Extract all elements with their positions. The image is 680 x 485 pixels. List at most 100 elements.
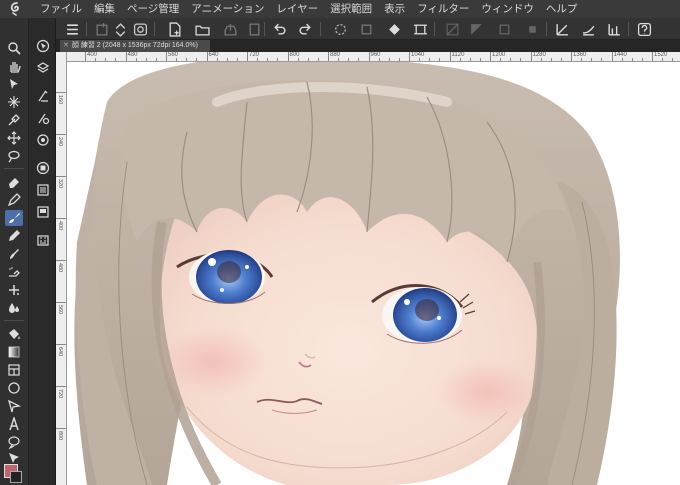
- color-slider-icon[interactable]: [35, 182, 51, 198]
- ruler-tick: [56, 218, 66, 219]
- new-canvas-icon[interactable]: [94, 21, 110, 37]
- snap-special-ruler-icon[interactable]: [580, 21, 596, 37]
- ruler-label: 640: [208, 52, 219, 58]
- brush-icon[interactable]: [5, 210, 23, 226]
- app-logo-icon[interactable]: [0, 0, 34, 18]
- ruler-tick: [176, 58, 178, 61]
- ruler-tick: [186, 58, 188, 61]
- ruler-tick: [56, 428, 66, 429]
- ruler-tick: [56, 92, 66, 93]
- balloon-icon[interactable]: [5, 434, 23, 450]
- figure-icon[interactable]: [5, 380, 23, 396]
- ruler-label: 560: [57, 305, 63, 315]
- ruler-tick: [216, 58, 218, 61]
- horizontal-ruler[interactable]: 400 480 560 640 720 800 880 960 1040 1120 1200 1280…: [67, 52, 680, 62]
- text-icon[interactable]: [5, 416, 23, 432]
- transform-icon[interactable]: [412, 21, 428, 37]
- brush-shape-icon[interactable]: [35, 132, 51, 148]
- ruler-tick: [459, 58, 461, 61]
- menu-window[interactable]: ウィンドウ: [475, 0, 540, 18]
- fill-icon[interactable]: [5, 326, 23, 342]
- menu-bar: ファイル 編集 ページ管理 アニメーション レイヤー 選択範囲 表示 フィルター…: [0, 0, 680, 18]
- shrink-selection-icon[interactable]: [524, 21, 540, 37]
- ruler-icon[interactable]: [5, 398, 23, 414]
- color-wheel-icon[interactable]: [35, 160, 51, 176]
- color-set-icon[interactable]: [35, 204, 51, 220]
- vertical-ruler[interactable]: 160 240 320 400 480 560 640 720 800: [56, 52, 67, 485]
- open-folder-icon[interactable]: [194, 21, 210, 37]
- menu-file[interactable]: ファイル: [34, 0, 88, 18]
- brush-size-icon[interactable]: [35, 110, 51, 126]
- select-object-icon[interactable]: [5, 76, 23, 92]
- ruler-label: 800: [57, 431, 63, 441]
- document-tab-bar: ✕ 顔 練習 2 (2048 x 1536px 72dpi 164.0%): [56, 40, 680, 52]
- stepper-icon[interactable]: [112, 21, 128, 37]
- close-icon[interactable]: ✕: [63, 40, 69, 52]
- ruler-label: 960: [370, 52, 381, 58]
- ruler-tick: [267, 58, 269, 61]
- auto-select-icon[interactable]: [5, 94, 23, 110]
- menu-page-management[interactable]: ページ管理: [121, 0, 185, 18]
- clip-studio-icon[interactable]: [132, 21, 148, 37]
- ruler-tick: [621, 58, 623, 61]
- document-tab[interactable]: ✕ 顔 練習 2 (2048 x 1536px 72dpi 164.0%): [60, 40, 210, 52]
- drawing-canvas[interactable]: [67, 62, 680, 485]
- ruler-tick: [247, 52, 248, 61]
- redo-icon[interactable]: [297, 21, 313, 37]
- menu-animation[interactable]: アニメーション: [185, 0, 270, 18]
- eraser-icon[interactable]: [5, 174, 23, 190]
- lasso-icon[interactable]: [5, 148, 23, 164]
- ruler-tick: [388, 58, 390, 61]
- airbrush-icon[interactable]: [5, 264, 23, 280]
- hand-icon[interactable]: [5, 58, 23, 74]
- ruler-tick: [409, 52, 410, 61]
- ruler-tick: [328, 52, 329, 61]
- fill-selection-icon[interactable]: [386, 21, 402, 37]
- ruler-tick: [287, 52, 289, 61]
- hamburger-menu-icon[interactable]: [64, 21, 80, 37]
- decoration-icon[interactable]: [5, 282, 23, 298]
- ruler-label: 1280: [532, 52, 546, 58]
- expand-selection-icon[interactable]: [496, 21, 512, 37]
- move-layer-icon[interactable]: [5, 130, 23, 146]
- clear-layer-icon[interactable]: [358, 21, 374, 37]
- ruler-tick: [206, 52, 208, 61]
- save-icon[interactable]: [222, 21, 238, 37]
- ruler-tick: [115, 58, 117, 61]
- new-file-icon[interactable]: [166, 21, 182, 37]
- ruler-label: 160: [57, 95, 63, 105]
- sub-color-swatch[interactable]: [10, 471, 22, 483]
- menu-view[interactable]: 表示: [378, 0, 411, 18]
- undo-icon[interactable]: [271, 21, 287, 37]
- help-icon[interactable]: [636, 21, 652, 37]
- eyedropper-icon[interactable]: [5, 112, 23, 128]
- sub-tool-palette: [29, 18, 56, 485]
- export-icon[interactable]: [246, 21, 262, 37]
- menu-edit[interactable]: 編集: [88, 0, 121, 18]
- tool-property-icon[interactable]: [35, 88, 51, 104]
- material-icon[interactable]: [35, 232, 51, 248]
- pen-icon[interactable]: [5, 192, 23, 208]
- ruler-tick: [307, 58, 309, 61]
- ruler-tick: [581, 58, 583, 61]
- frame-icon[interactable]: [5, 362, 23, 378]
- blend-icon[interactable]: [5, 246, 23, 262]
- loading-icon[interactable]: [332, 21, 348, 37]
- layers-icon[interactable]: [35, 60, 51, 76]
- zoom-icon[interactable]: [5, 40, 23, 56]
- snap-ruler-icon[interactable]: [554, 21, 570, 37]
- menu-help[interactable]: ヘルプ: [540, 0, 584, 18]
- cursor-icon[interactable]: [35, 38, 51, 54]
- gradient-icon[interactable]: [5, 344, 23, 360]
- ruler-label: 400: [57, 221, 63, 231]
- invert-selection-icon[interactable]: [468, 21, 484, 37]
- menu-layer[interactable]: レイヤー: [270, 0, 324, 18]
- menu-filter[interactable]: フィルター: [411, 0, 475, 18]
- ruler-label: 800: [289, 52, 300, 58]
- menu-selection[interactable]: 選択範囲: [324, 0, 378, 18]
- blur-icon[interactable]: [5, 300, 23, 316]
- deselect-icon[interactable]: [444, 21, 460, 37]
- ruler-tick: [672, 58, 674, 61]
- snap-grid-icon[interactable]: [606, 21, 622, 37]
- pencil-icon[interactable]: [5, 228, 23, 244]
